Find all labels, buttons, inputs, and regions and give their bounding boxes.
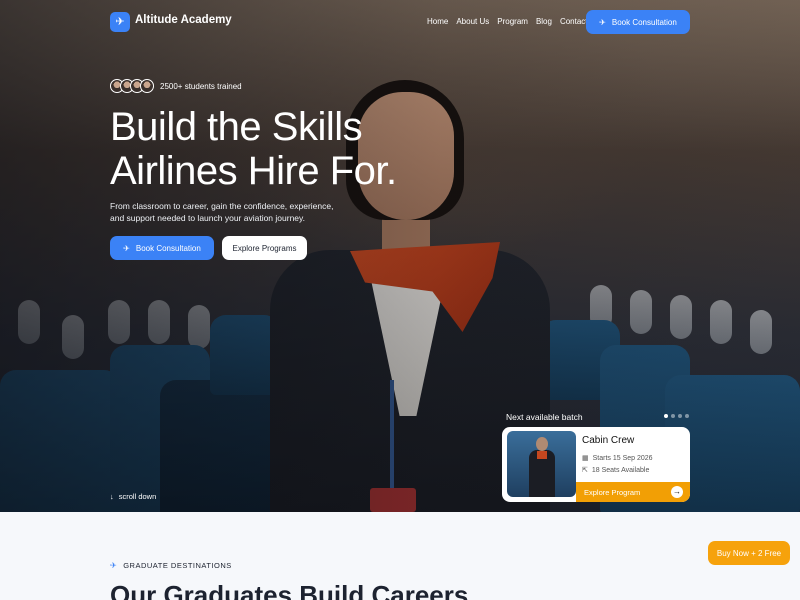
explore-program-button[interactable]: Explore Program →: [576, 482, 690, 502]
scroll-down-label: scroll down: [118, 492, 157, 501]
nav-link-about[interactable]: About Us: [456, 17, 489, 26]
arrow-down-icon: ↓: [110, 492, 114, 501]
explore-program-label: Explore Program: [584, 488, 641, 497]
hero-description: From classroom to career, gain the confi…: [110, 201, 334, 223]
nav-link-program[interactable]: Program: [497, 17, 528, 26]
carousel-dots: [664, 414, 689, 418]
hero-title: Build the Skills Airlines Hire For.: [110, 105, 397, 193]
explore-programs-button[interactable]: Explore Programs: [222, 236, 307, 260]
calendar-icon: ▦: [582, 455, 589, 462]
seat-icon: ⇱: [582, 467, 588, 474]
batch-start: ▦ Starts 15 Sep 2026: [582, 454, 653, 463]
plane-icon: ✈: [123, 243, 130, 253]
logo-plane-icon[interactable]: ✈: [110, 12, 130, 32]
batch-title: Cabin Crew: [582, 435, 635, 446]
hero-cta-label: Book Consultation: [135, 243, 201, 253]
plane-icon: ✈: [599, 17, 606, 27]
avatar: [140, 79, 154, 93]
brand-name[interactable]: Altitude Academy: [135, 14, 232, 26]
carousel-dot[interactable]: [671, 414, 675, 418]
section-tag: ✈ GRADUATE DESTINATIONS: [110, 561, 232, 570]
top-nav: ✈ Altitude Academy Home About Us Program…: [0, 0, 800, 44]
arrow-right-icon: →: [671, 486, 683, 498]
batch-seats-text: 18 Seats Available: [591, 466, 650, 474]
section-title: Our Graduates Build Careers: [110, 580, 469, 600]
nav-link-contact[interactable]: Contact: [560, 17, 588, 26]
batch-start-text: Starts 15 Sep 2026: [592, 454, 653, 462]
students-count: 2500+ students trained: [160, 81, 242, 91]
hero-title-line2: Airlines Hire For.: [110, 149, 397, 193]
hero-book-consultation-button[interactable]: ✈ Book Consultation: [110, 236, 214, 260]
scroll-down-link[interactable]: ↓ scroll down: [110, 492, 156, 501]
hero-title-line1: Build the Skills: [110, 105, 363, 149]
nav-cta-label: Book Consultation: [611, 17, 677, 27]
section-tag-label: GRADUATE DESTINATIONS: [123, 561, 232, 570]
nav-link-blog[interactable]: Blog: [536, 17, 552, 26]
students-trained: 2500+ students trained: [110, 79, 242, 93]
carousel-dot[interactable]: [685, 414, 689, 418]
nav-links: Home About Us Program Blog Contact: [427, 17, 588, 26]
carousel-dot[interactable]: [678, 414, 682, 418]
batch-label: Next available batch: [506, 412, 583, 422]
batch-thumbnail: [507, 431, 576, 497]
nav-link-home[interactable]: Home: [427, 17, 448, 26]
batch-card[interactable]: Cabin Crew ▦ Starts 15 Sep 2026 ⇱ 18 Sea…: [502, 427, 690, 502]
carousel-dot[interactable]: [664, 414, 668, 418]
buy-now-button[interactable]: Buy Now + 2 Free: [708, 541, 790, 565]
plane-icon: ✈: [110, 561, 118, 570]
nav-book-consultation-button[interactable]: ✈ Book Consultation: [586, 10, 690, 34]
batch-seats: ⇱ 18 Seats Available: [582, 466, 650, 475]
